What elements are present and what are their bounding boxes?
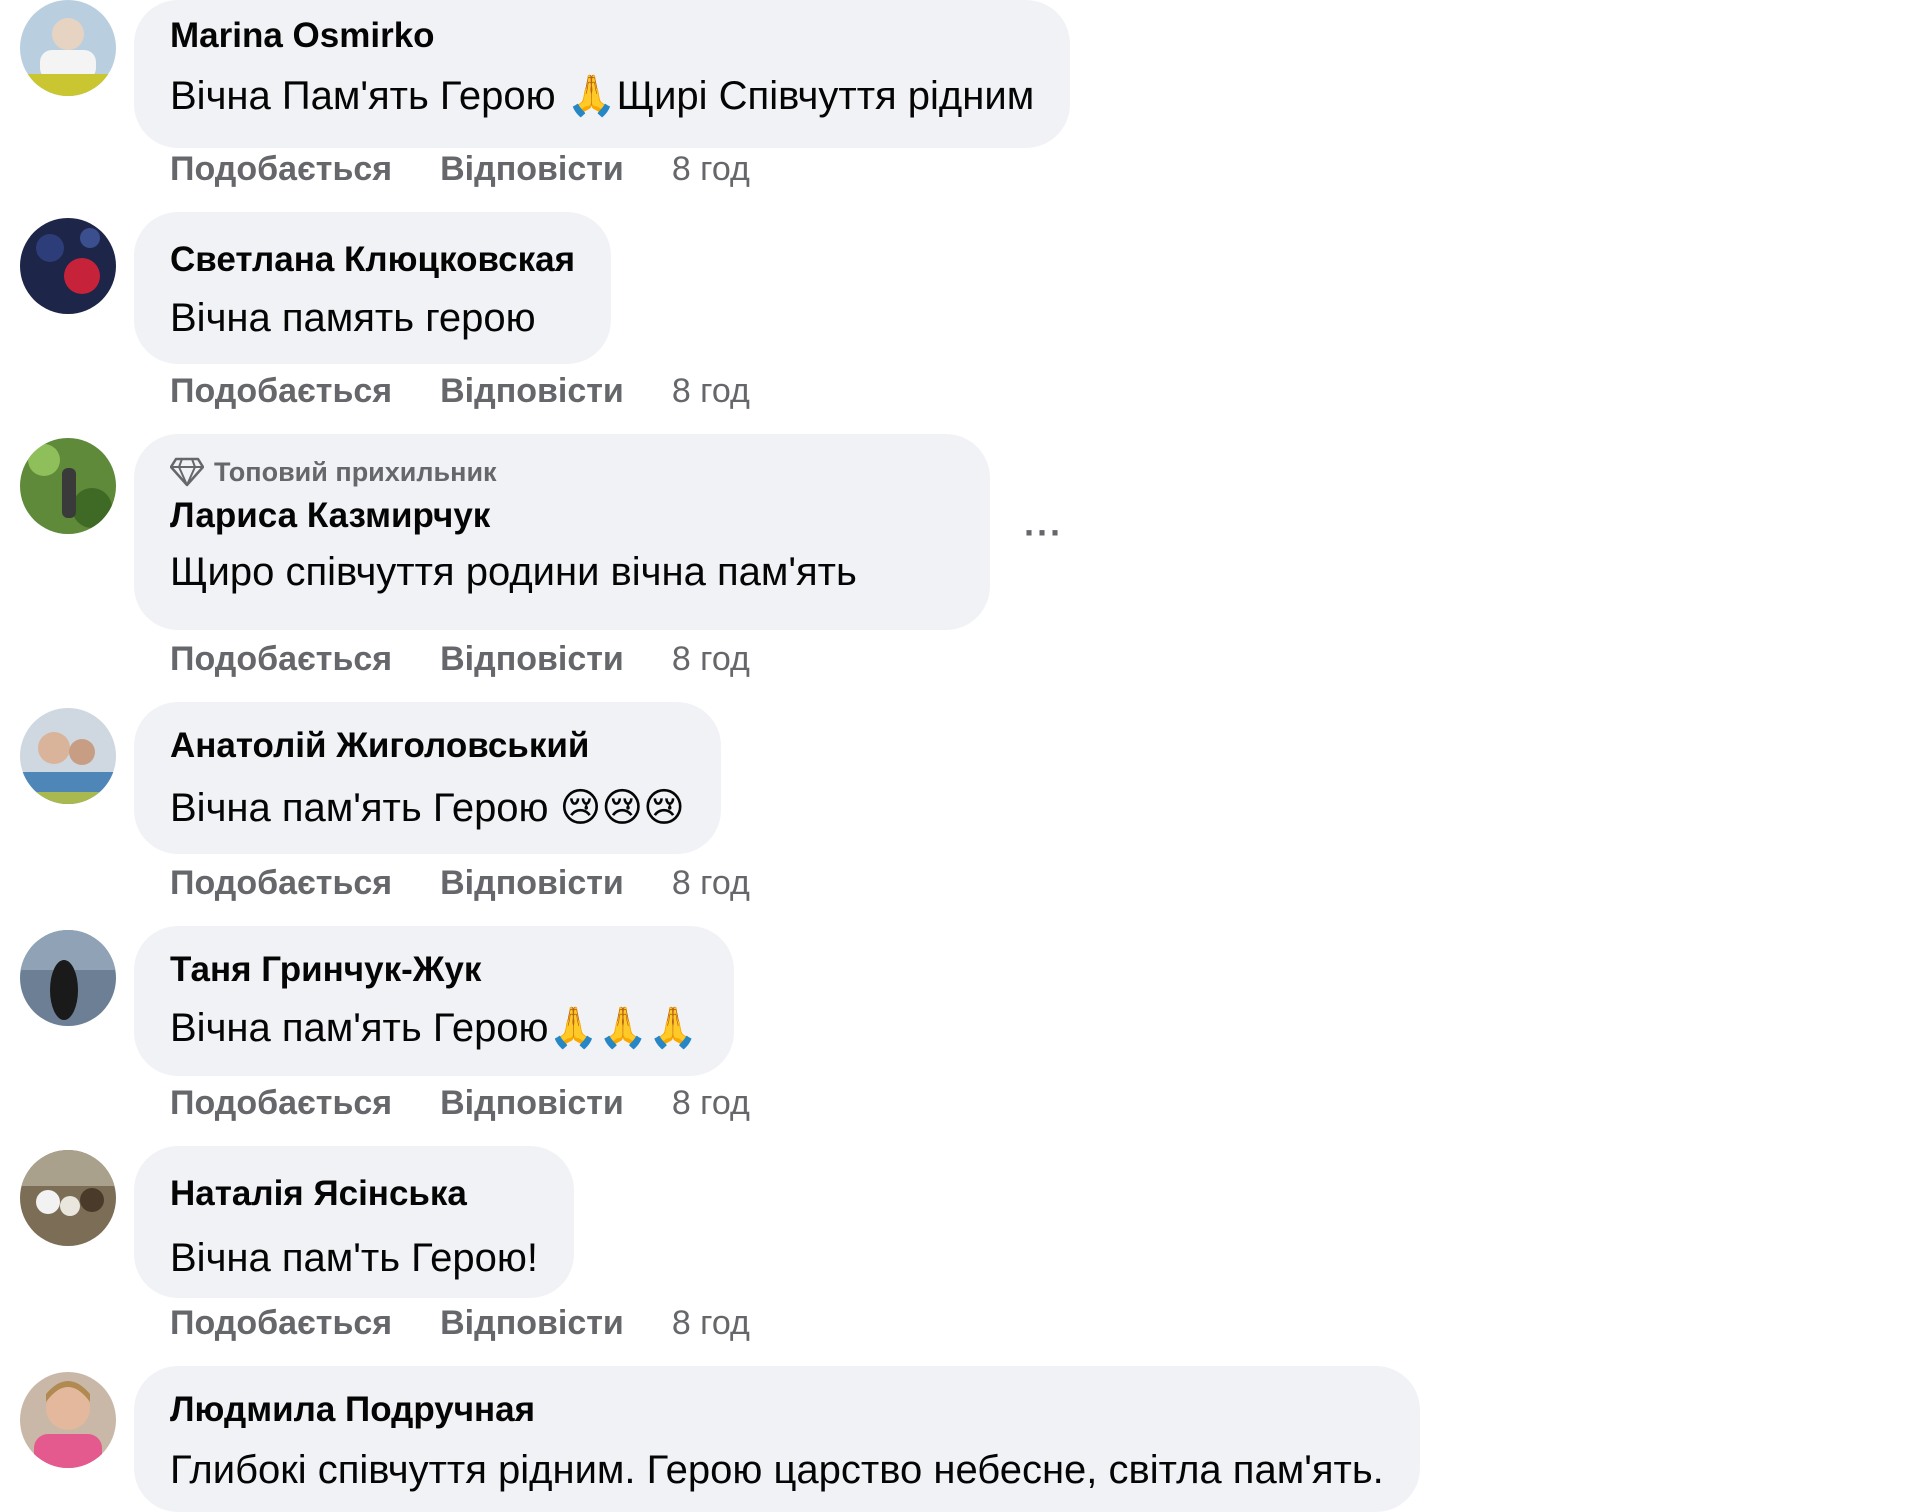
reply-button[interactable]: Відповісти [440,864,624,903]
avatar[interactable] [20,1150,116,1246]
reply-button[interactable]: Відповісти [440,1304,624,1343]
comments-list: Marina Osmirko Вічна Пам'ять Герою 🙏Щирі… [0,0,1920,1512]
reply-button[interactable]: Відповісти [440,150,624,189]
comment-text: Вічна Пам'ять Герою 🙏Щирі Співчуття рідн… [170,74,1035,118]
comment-author[interactable]: Анатолій Жиголовський [170,724,685,768]
top-fan-badge: Топовий прихильник [170,454,954,490]
comment-bubble: Marina Osmirko Вічна Пам'ять Герою 🙏Щирі… [134,0,1071,148]
comment-text: Вічна пам'ть Герою! [170,1236,539,1280]
like-button[interactable]: Подобається [170,1304,392,1343]
comment-author[interactable]: Людмила Подручная [170,1388,1384,1432]
comment-text: Вічна пам'ять Герою🙏🙏🙏 [170,1006,698,1050]
comment-timestamp[interactable]: 8 год [672,150,750,189]
like-button[interactable]: Подобається [170,150,392,189]
comment-actions: Подобається Відповісти 8 год [170,864,798,903]
comment-text: Щиро співчуття родини вічна пам'ять [170,550,857,594]
comment-author[interactable]: Таня Гринчук-Жук [170,948,698,992]
comment-text: Вічна память герою [170,296,536,340]
comment-bubble: Таня Гринчук-Жук Вічна пам'ять Герою🙏🙏🙏 [134,926,734,1076]
comment-author[interactable]: Лариса Казмирчук [170,494,954,538]
comment-bubble: Наталія Ясінська Вічна пам'ть Герою! [134,1146,575,1298]
comment-timestamp[interactable]: 8 год [672,1304,750,1343]
comment-bubble: Анатолій Жиголовський Вічна пам'ять Геро… [134,702,721,854]
comment-actions: Подобається Відповісти 8 год [170,640,798,679]
comment-actions: Подобається Відповісти 8 год [170,1084,798,1123]
like-button[interactable]: Подобається [170,640,392,679]
comment-actions: Подобається Відповісти 8 год [170,150,798,189]
comment-timestamp[interactable]: 8 год [672,640,750,679]
reply-button[interactable]: Відповісти [440,640,624,679]
avatar[interactable] [20,708,116,804]
comment-author[interactable]: Наталія Ясінська [170,1172,538,1216]
comment-timestamp[interactable]: 8 год [672,1084,750,1123]
comment-text: Глибокі співчуття рідним. Герою царство … [170,1448,1384,1492]
like-button[interactable]: Подобається [170,864,392,903]
like-button[interactable]: Подобається [170,1084,392,1123]
comment-bubble: Светлана Клюцковская Вічна память герою [134,212,611,364]
comment-timestamp[interactable]: 8 год [672,864,750,903]
comment-bubble: Топовий прихильник Лариса Казмирчук Щиро… [134,434,990,630]
reply-button[interactable]: Відповісти [440,1084,624,1123]
diamond-icon [170,457,204,487]
badge-label: Топовий прихильник [214,456,497,487]
avatar[interactable] [20,438,116,534]
comment-actions: Подобається Відповісти 8 год [170,1304,798,1343]
comment-author[interactable]: Светлана Клюцковская [170,238,575,282]
avatar[interactable] [20,1372,116,1468]
like-button[interactable]: Подобається [170,372,392,411]
more-options-button[interactable]: ··· [1024,512,1063,554]
avatar[interactable] [20,930,116,1026]
comment-bubble: Людмила Подручная Глибокі співчуття рідн… [134,1366,1420,1512]
reply-button[interactable]: Відповісти [440,372,624,411]
comment-actions: Подобається Відповісти 8 год [170,372,798,411]
comment-text: Вічна пам'ять Герою 😢😢😢 [170,786,685,830]
avatar[interactable] [20,218,116,314]
comment-author[interactable]: Marina Osmirko [170,14,1034,58]
comment-timestamp[interactable]: 8 год [672,372,750,411]
avatar[interactable] [20,0,116,96]
